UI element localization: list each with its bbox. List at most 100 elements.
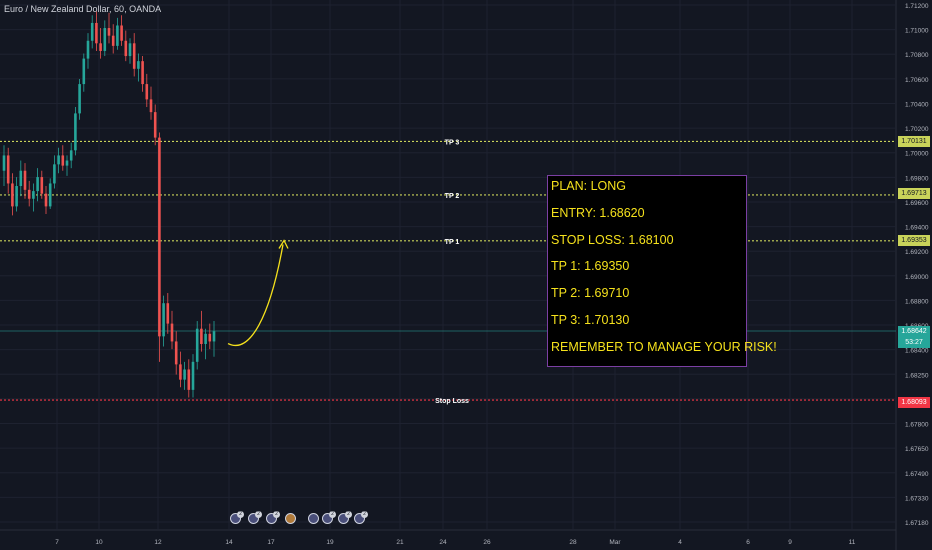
candle-body: [86, 40, 90, 59]
candle-body: [187, 369, 191, 390]
x-tick-label: 26: [483, 539, 491, 546]
candle-body: [166, 303, 170, 324]
economic-events-row: 2 2 2 2 2 2: [230, 511, 370, 525]
x-tick-label: 9: [788, 539, 792, 546]
x-tick-label: Mar: [609, 539, 621, 546]
candle-body: [107, 28, 111, 36]
flag-event-icon[interactable]: 2: [338, 511, 352, 524]
candle-body: [27, 189, 31, 199]
candle-body: [2, 155, 6, 171]
x-tick-label: 4: [678, 539, 682, 546]
y-tick-label: 1.71000: [905, 28, 929, 35]
level-label: TP 1: [445, 239, 460, 246]
y-tick-label: 1.69800: [905, 175, 929, 182]
candle-body: [90, 22, 94, 41]
y-tick-label: 1.67650: [905, 446, 929, 453]
projection-arrow: [227, 244, 284, 346]
flag-event-icon[interactable]: 2: [354, 511, 368, 524]
x-tick-label: 12: [154, 539, 162, 546]
candle-body: [141, 61, 144, 85]
candle-body: [99, 43, 102, 51]
y-tick-label: 1.67330: [905, 495, 929, 502]
y-tick-label: 1.69400: [905, 225, 929, 232]
candle-body: [128, 43, 132, 57]
y-tick-label: 1.70800: [905, 52, 929, 59]
candle-body: [23, 170, 27, 190]
candle-body: [36, 177, 39, 192]
tp1-price-tag: 1.69353: [898, 235, 930, 246]
candle-body: [170, 323, 174, 342]
y-tick-label: 1.70400: [905, 101, 929, 108]
level-label: Stop Loss: [435, 398, 469, 405]
tp3-price-tag: 1.70131: [898, 136, 930, 147]
x-tick-label: 21: [396, 539, 404, 546]
candle-body: [65, 160, 69, 166]
y-tick-label: 1.69000: [905, 274, 929, 281]
candle-body: [158, 137, 161, 337]
plan-entry: ENTRY: 1.68620: [551, 205, 645, 220]
x-tick-label: 10: [95, 539, 103, 546]
x-tick-label: 14: [225, 539, 233, 546]
plan-tp2: TP 2: 1.69710: [551, 286, 630, 301]
flag-event-icon[interactable]: 2: [248, 511, 262, 524]
plan-tp1: TP 1: 1.69350: [551, 259, 630, 274]
candle-body: [137, 61, 140, 69]
candle-body: [78, 84, 81, 114]
plan-stop-loss: STOP LOSS: 1.68100: [551, 232, 674, 247]
y-tick-label: 1.68400: [905, 348, 929, 355]
y-tick-label: 1.70600: [905, 77, 929, 84]
y-tick-label: 1.68250: [905, 372, 929, 379]
plan-tp3: TP 3: 1.70130: [551, 312, 630, 327]
candle-body: [61, 155, 65, 166]
y-tick-label: 1.70000: [905, 151, 929, 158]
candle-body: [32, 191, 35, 199]
candle-body: [40, 177, 44, 194]
candle-body: [195, 328, 199, 362]
y-tick-label: 1.68800: [905, 298, 929, 305]
flag-event-icon[interactable]: 2: [230, 511, 244, 524]
candle-body: [82, 58, 86, 85]
candle-body: [124, 40, 128, 57]
candle-body: [191, 361, 195, 390]
candle-body: [6, 155, 10, 184]
candle-body: [69, 150, 73, 161]
candle-body: [19, 170, 23, 187]
tp2-price-tag: 1.69713: [898, 188, 930, 199]
flag-event-icon[interactable]: 2: [322, 511, 336, 524]
plan-risk-reminder: REMEMBER TO MANAGE YOUR RISK!: [551, 339, 777, 354]
projection-arrow-head: [278, 239, 289, 249]
y-tick-label: 1.71200: [905, 3, 929, 10]
x-tick-label: 11: [849, 539, 856, 546]
candle-body: [74, 113, 77, 151]
current-price-tag: 1.68642: [898, 326, 930, 337]
candle-body: [116, 25, 119, 46]
candle-body: [132, 43, 136, 69]
candle-body: [212, 331, 216, 342]
flag-event-icon[interactable]: [308, 513, 319, 524]
level-label: TP 3: [445, 139, 460, 146]
chart-title: Euro / New Zealand Dollar, 60, OANDA: [4, 4, 162, 14]
calendar-event-icon[interactable]: [285, 513, 296, 524]
y-tick-label: 1.67180: [905, 520, 929, 527]
candle-body: [103, 28, 107, 51]
bar-countdown-tag: 53:27: [898, 337, 930, 348]
candle-body: [145, 84, 149, 100]
candle-body: [120, 25, 123, 41]
candle-body: [179, 364, 182, 380]
level-label: TP 2: [445, 193, 460, 200]
x-tick-label: 17: [267, 539, 275, 546]
x-tick-label: 24: [439, 539, 447, 546]
x-tick-label: 6: [746, 539, 750, 546]
candle-body: [53, 164, 56, 184]
price-chart[interactable]: 1.71200 1.71000 1.70800 1.70600 1.70400 1.702…: [0, 0, 932, 550]
candle-body: [95, 22, 98, 44]
candle-body: [183, 369, 186, 380]
stop-loss-price-tag: 1.68093: [898, 397, 930, 408]
trade-plan-box: PLAN: LONG ENTRY: 1.68620 STOP LOSS: 1.6…: [547, 175, 777, 367]
candle-body: [174, 341, 178, 365]
chart-stage: 1.71200 1.71000 1.70800 1.70600 1.70400 1.702…: [0, 0, 932, 550]
y-tick-label: 1.67490: [905, 471, 929, 478]
flag-event-icon[interactable]: 2: [266, 511, 280, 524]
candle-body: [200, 328, 203, 344]
x-tick-label: 28: [569, 539, 577, 546]
